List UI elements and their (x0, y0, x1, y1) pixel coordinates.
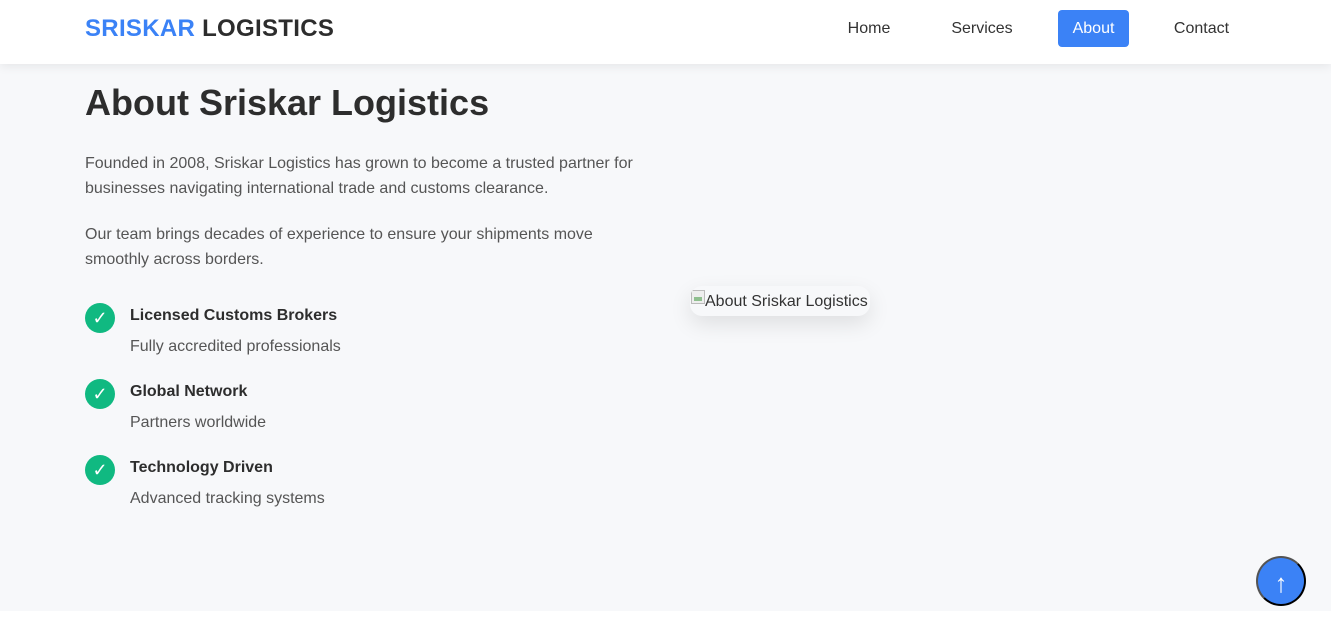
feature-item: ✓ Global Network Partners worldwide (85, 379, 605, 439)
about-image-alt-text: About Sriskar Logistics (705, 293, 868, 310)
broken-image-icon (691, 290, 705, 304)
about-paragraph-2: Our team brings decades of experience to… (85, 226, 593, 268)
feature-description: Partners worldwide (130, 414, 267, 431)
nav-services[interactable]: Services (936, 10, 1028, 47)
about-image: About Sriskar Logistics (690, 286, 870, 316)
feature-item: ✓ Licensed Customs Brokers Fully accredi… (85, 303, 605, 363)
feature-description: Fully accredited professionals (130, 338, 341, 355)
feature-item: ✓ Technology Driven Advanced tracking sy… (85, 455, 605, 515)
about-section: About Sriskar Logistics Founded in 2008,… (0, 64, 1331, 611)
about-paragraph-1: Founded in 2008, Sriskar Logistics has g… (85, 155, 633, 197)
main-nav: Home Services About Contact (0, 10, 1331, 47)
scroll-to-top-button[interactable]: ↑ (1256, 556, 1306, 606)
nav-home[interactable]: Home (834, 10, 904, 47)
check-icon: ✓ (85, 379, 115, 409)
feature-title: Licensed Customs Brokers (130, 307, 338, 324)
feature-title: Technology Driven (130, 459, 273, 476)
nav-about[interactable]: About (1058, 10, 1129, 47)
footer-strip (0, 611, 1331, 631)
arrow-up-icon: ↑ (1274, 568, 1288, 598)
check-icon: ✓ (85, 303, 115, 333)
feature-title: Global Network (130, 383, 248, 400)
check-icon: ✓ (85, 455, 115, 485)
feature-description: Advanced tracking systems (130, 490, 325, 507)
nav-contact[interactable]: Contact (1160, 10, 1243, 47)
page-title: About Sriskar Logistics (85, 82, 490, 123)
site-header: SRISKAR LOGISTICS Home Services About Co… (0, 0, 1331, 64)
